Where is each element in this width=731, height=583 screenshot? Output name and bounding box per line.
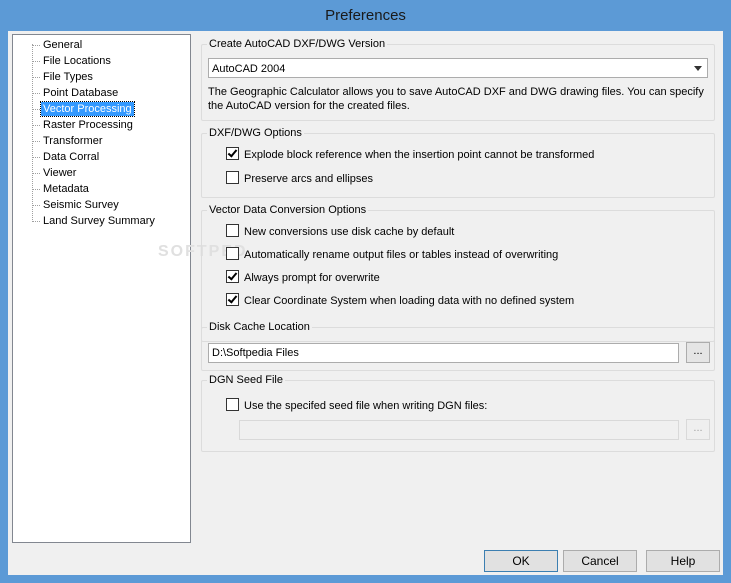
clear-coordinate-system-checkbox[interactable]: Clear Coordinate System when loading dat… <box>226 293 574 307</box>
group-title: Disk Cache Location <box>207 321 312 334</box>
tree-item-vector-processing[interactable]: Vector Processing <box>32 101 135 117</box>
autocad-version-dropdown[interactable]: AutoCAD 2004 <box>208 58 708 78</box>
dgn-seed-browse-button[interactable]: ... <box>686 419 710 440</box>
tree-item-file-locations[interactable]: File Locations <box>32 53 113 69</box>
tree-item-general[interactable]: General <box>32 37 84 53</box>
checkbox-label: Preserve arcs and ellipses <box>244 173 374 185</box>
dropdown-value: AutoCAD 2004 <box>212 63 286 75</box>
tree-item-label: File Locations <box>43 55 111 67</box>
tree-item-metadata[interactable]: Metadata <box>32 181 91 197</box>
checkbox-checked-icon <box>226 293 239 306</box>
group-title: Create AutoCAD DXF/DWG Version <box>207 38 388 51</box>
dgn-seed-path-input[interactable] <box>239 420 679 440</box>
checkbox-checked-icon <box>226 270 239 283</box>
use-seed-file-checkbox[interactable]: Use the specifed seed file when writing … <box>226 398 487 412</box>
tree-item-land-survey-summary[interactable]: Land Survey Summary <box>32 213 157 229</box>
tree-item-data-corral[interactable]: Data Corral <box>32 149 101 165</box>
checkbox-unchecked-icon <box>226 247 239 260</box>
disk-cache-default-checkbox[interactable]: New conversions use disk cache by defaul… <box>226 224 454 238</box>
tree-item-label: General <box>43 39 83 51</box>
tree-item-label: Seismic Survey <box>43 199 119 211</box>
dialog-client-area: General File Locations File Types Point … <box>8 31 723 575</box>
disk-cache-path-input[interactable]: D:\Softpedia Files <box>208 343 679 363</box>
tree-item-file-types[interactable]: File Types <box>32 69 95 85</box>
tree-item-label: Point Database <box>43 87 119 99</box>
window-title: Preferences <box>325 7 406 24</box>
tree-item-label: Vector Processing <box>40 101 135 117</box>
cancel-button[interactable]: Cancel <box>563 550 637 572</box>
group-title: DXF/DWG Options <box>207 127 304 140</box>
tree-item-label: Transformer <box>43 135 103 147</box>
explode-block-checkbox[interactable]: Explode block reference when the inserti… <box>226 147 594 161</box>
checkbox-label: Always prompt for overwrite <box>244 272 380 284</box>
tree-item-raster-processing[interactable]: Raster Processing <box>32 117 135 133</box>
tree-item-viewer[interactable]: Viewer <box>32 165 78 181</box>
dxf-options-group: DXF/DWG Options Explode block reference … <box>201 127 715 198</box>
ok-button[interactable]: OK <box>484 550 558 572</box>
dgn-seed-group: DGN Seed File Use the specifed seed file… <box>201 374 715 452</box>
help-button[interactable]: Help <box>646 550 720 572</box>
tree-item-label: File Types <box>43 71 93 83</box>
checkbox-unchecked-icon <box>226 398 239 411</box>
tree-item-label: Raster Processing <box>43 119 133 131</box>
autocad-version-group: Create AutoCAD DXF/DWG Version AutoCAD 2… <box>201 38 715 121</box>
category-tree[interactable]: General File Locations File Types Point … <box>12 34 191 543</box>
checkbox-label: Clear Coordinate System when loading dat… <box>244 295 575 307</box>
group-title: Vector Data Conversion Options <box>207 204 369 217</box>
title-bar[interactable]: Preferences <box>0 0 731 32</box>
checkbox-label: New conversions use disk cache by defaul… <box>244 226 455 238</box>
tree-item-point-database[interactable]: Point Database <box>32 85 120 101</box>
checkbox-unchecked-icon <box>226 171 239 184</box>
tree-item-label: Viewer <box>43 167 77 179</box>
checkbox-label: Explode block reference when the inserti… <box>244 149 595 161</box>
checkbox-label: Automatically rename output files or tab… <box>244 249 559 261</box>
preserve-arcs-checkbox[interactable]: Preserve arcs and ellipses <box>226 171 373 185</box>
preferences-window: Preferences General File Locations File … <box>0 0 731 583</box>
autocad-description: The Geographic Calculator allows you to … <box>208 86 704 112</box>
auto-rename-checkbox[interactable]: Automatically rename output files or tab… <box>226 247 558 261</box>
checkbox-label: Use the specifed seed file when writing … <box>244 400 488 412</box>
prompt-overwrite-checkbox[interactable]: Always prompt for overwrite <box>226 270 380 284</box>
disk-cache-group: Disk Cache Location D:\Softpedia Files .… <box>201 321 715 371</box>
tree-item-transformer[interactable]: Transformer <box>32 133 105 149</box>
disk-cache-browse-button[interactable]: ... <box>686 342 710 363</box>
tree-item-seismic-survey[interactable]: Seismic Survey <box>32 197 121 213</box>
tree-item-label: Data Corral <box>43 151 100 163</box>
group-title: DGN Seed File <box>207 374 285 387</box>
tree-item-label: Metadata <box>43 183 89 195</box>
chevron-down-icon <box>694 66 702 71</box>
checkbox-unchecked-icon <box>226 224 239 237</box>
checkbox-checked-icon <box>226 147 239 160</box>
tree-item-label: Land Survey Summary <box>43 215 155 227</box>
